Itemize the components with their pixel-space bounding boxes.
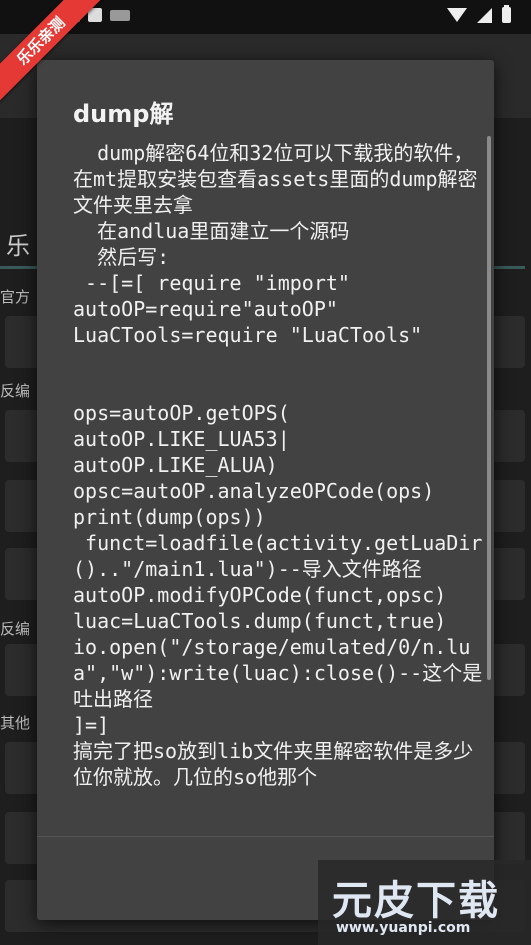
watermark-logo: 元皮下载 (332, 877, 500, 924)
background-tab[interactable]: 乐 (6, 226, 30, 261)
section-label: 其他 (0, 714, 31, 732)
section-label: 反编 (0, 620, 31, 638)
battery-icon (502, 5, 511, 23)
section-label: 官方 (0, 288, 31, 306)
watermark-url: www.yuanpi.com (336, 920, 471, 936)
dialog-title: dump解 (73, 100, 174, 128)
site-watermark: 元皮下载 www.yuanpi.com (318, 860, 531, 945)
dialog-scrollbar[interactable] (487, 136, 491, 680)
keyboard-icon (110, 9, 130, 21)
section-label: 反编 (0, 382, 31, 400)
status-system-icons (447, 5, 511, 23)
wifi-icon (447, 8, 467, 22)
cellular-signal-icon (477, 7, 492, 23)
info-dialog: dump解 dump解密64位和32位可以下载我的软件，在mt提取安装包查看as… (37, 60, 494, 920)
dialog-message[interactable]: dump解密64位和32位可以下载我的软件，在mt提取安装包查看assets里面… (73, 140, 489, 895)
